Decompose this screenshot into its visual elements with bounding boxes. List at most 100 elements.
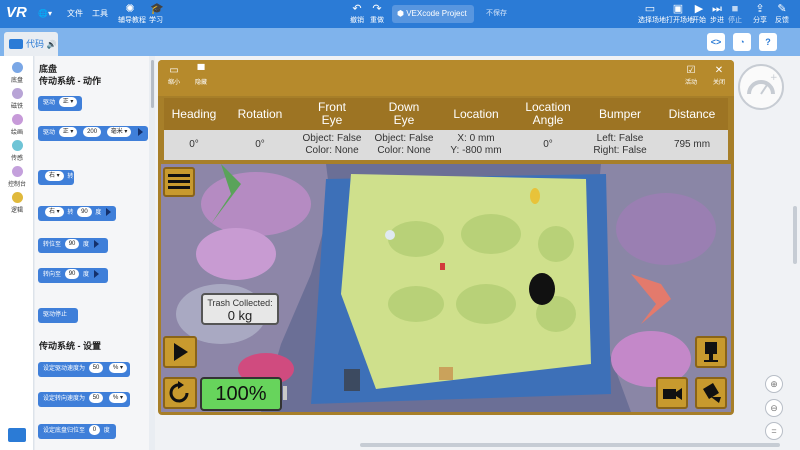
close-button[interactable]: ✕ 关闭 — [707, 65, 731, 86]
block-drive[interactable]: 驱动 正 ▾ — [38, 96, 82, 111]
play-icon: ▶ — [694, 3, 704, 15]
block-turn[interactable]: 右 ▾ 转 — [38, 170, 74, 185]
block-turn-for[interactable]: 右 ▾ 转 90 度 — [38, 206, 116, 221]
telemetry-heading-value: 0° — [189, 139, 199, 150]
dashboard-icon[interactable]: ◔ — [733, 33, 751, 51]
camera-follow-view-button[interactable] — [656, 377, 688, 409]
speaker-icon[interactable]: 🔊 — [47, 40, 57, 49]
menu-file[interactable]: 文件 — [67, 7, 83, 21]
feedback-button[interactable]: ✎ 反馈 — [774, 0, 790, 28]
zoom-reset-button[interactable]: = — [765, 422, 783, 440]
reset-button[interactable] — [163, 377, 197, 409]
camera-angle-view-button[interactable] — [695, 377, 727, 409]
block-set-drive-velocity[interactable]: 设定驱动速度为 50 % ▾ — [38, 362, 130, 377]
turn-to-heading-input[interactable]: 90 — [64, 239, 80, 250]
start-button[interactable]: ▶ 开始 — [692, 0, 706, 28]
block-stop-driving[interactable]: 驱动停止 — [38, 308, 78, 323]
wait-arrow-icon — [93, 270, 99, 279]
help-icon[interactable]: ? — [759, 33, 777, 51]
block-set-turn-velocity[interactable]: 设定转向速度为 50 % ▾ — [38, 392, 130, 407]
share-button[interactable]: ⇪ 分享 — [752, 0, 768, 28]
camera-top-view-button[interactable] — [695, 336, 727, 368]
telemetry-location-angle-label: Location Angle — [525, 100, 571, 127]
project-name-field[interactable]: ⬢ VEXcode Project — [392, 5, 474, 23]
pen-dot-icon — [11, 114, 23, 125]
turn-to-rotation-input[interactable]: 90 — [64, 269, 80, 280]
menu-tools[interactable]: 工具 — [92, 7, 108, 21]
language-globe-icon[interactable]: 🌐▾ — [38, 7, 52, 21]
extensions-icon[interactable] — [8, 428, 26, 442]
telemetry-down-eye-label: Down Eye — [388, 100, 420, 127]
turn-velocity-input[interactable]: 50 — [88, 393, 104, 404]
workspace-horizontal-scrollbar[interactable] — [360, 443, 780, 447]
learn-button[interactable]: 🎓 学习 — [146, 0, 166, 28]
speedometer-icon: + — [747, 73, 778, 95]
palette-scrollbar[interactable] — [151, 60, 154, 108]
graduation-cap-icon: 🎓 — [150, 3, 164, 15]
drive-for-unit-dropdown[interactable]: 毫米 ▾ — [106, 127, 132, 138]
block-turn-to-rotation[interactable]: 转向至 90 度 — [38, 268, 108, 283]
category-logic[interactable]: 逻辑 — [0, 192, 34, 214]
drive-for-distance-input[interactable]: 200 — [83, 127, 102, 138]
category-magnet[interactable]: 磁铁 — [0, 88, 34, 110]
drive-velocity-input[interactable]: 50 — [88, 363, 104, 374]
zoom-in-button[interactable]: ⊕ — [765, 375, 783, 393]
telemetry-distance-value: 795 mm — [673, 139, 711, 150]
stop-button[interactable]: ■ 停止 — [728, 0, 742, 28]
block-palette: 底盘 传动系统 - 动作 驱动 正 ▾ 驱动 正 ▾ 200 毫米 ▾ 右 ▾ … — [35, 56, 149, 450]
wait-arrow-icon — [93, 240, 99, 249]
drive-direction-dropdown[interactable]: 正 ▾ — [58, 97, 78, 108]
editor-tab-bar — [0, 28, 800, 56]
telemetry-location-angle-value: 0° — [543, 139, 553, 150]
step-button[interactable]: ⏭ 步进 — [710, 0, 724, 28]
block-turn-to-heading[interactable]: 转位至 90 度 — [38, 238, 108, 253]
select-playground-button[interactable]: ▭ 选择场地 — [638, 0, 666, 28]
turn-direction-dropdown[interactable]: 右 ▾ — [45, 171, 64, 182]
stop-icon: ■ — [731, 3, 739, 15]
hamburger-icon — [168, 174, 190, 189]
ocean-playground-image — [161, 164, 731, 412]
robot-tile-icon[interactable]: + — [738, 64, 784, 110]
block-set-heading[interactable]: 设定底盘归位至 0 度 — [38, 424, 116, 439]
category-drivetrain[interactable]: 底盘 — [0, 62, 34, 84]
turn-for-angle-input[interactable]: 90 — [77, 207, 92, 218]
set-heading-input[interactable]: 0 — [88, 425, 101, 436]
block-drive-for[interactable]: 驱动 正 ▾ 200 毫米 ▾ — [38, 126, 148, 141]
workspace-vertical-scrollbar[interactable] — [793, 206, 797, 264]
feedback-icon: ✎ — [777, 3, 787, 15]
section-drivetrain-settings: 传动系统 - 设置 — [39, 341, 101, 351]
category-list: 底盘 磁铁 绘画 传感 控制台 逻辑 — [0, 56, 34, 450]
category-sensing[interactable]: 传感 — [0, 140, 34, 162]
shrink-button[interactable]: ▭ 缩小 — [162, 65, 186, 86]
run-button[interactable] — [163, 336, 197, 368]
telemetry-front-eye-value: Object: False Color: None — [302, 133, 362, 156]
redo-button[interactable]: ↷ 重做 — [369, 0, 385, 28]
tutorials-button[interactable]: ✺ 辅导教程 — [118, 0, 146, 28]
menu-button[interactable] — [163, 167, 195, 197]
telemetry-location-value: X: 0 mm Y: -800 mm — [450, 133, 502, 156]
turn-velocity-unit-dropdown[interactable]: % ▾ — [109, 393, 128, 404]
hide-button[interactable]: ▀ 隐藏 — [189, 65, 213, 86]
tab-code[interactable]: 代码 🔊 — [4, 32, 58, 56]
turn-for-direction-dropdown[interactable]: 右 ▾ — [45, 207, 64, 218]
drive-velocity-unit-dropdown[interactable]: % ▾ — [109, 363, 128, 374]
redo-icon: ↷ — [372, 3, 382, 15]
telemetry-header: Heading Rotation Front Eye Down Eye Loca… — [164, 98, 728, 130]
undo-icon: ↶ — [352, 3, 362, 15]
battery-tip — [283, 386, 287, 400]
trash-collected-label: Trash Collected: — [207, 298, 273, 308]
undo-button[interactable]: ↶ 撤销 — [349, 0, 365, 28]
project-file-icon: ⬢ — [397, 9, 404, 18]
playground-scene — [161, 164, 731, 412]
wait-arrow-icon — [138, 128, 144, 137]
code-view-icon[interactable]: <> — [707, 33, 725, 51]
drive-for-direction-dropdown[interactable]: 正 ▾ — [58, 127, 78, 138]
category-pen[interactable]: 绘画 — [0, 114, 34, 136]
open-playground-button[interactable]: ▣ 打开场地 — [666, 0, 694, 28]
category-console[interactable]: 控制台 — [0, 166, 34, 188]
move-button[interactable]: ☑ 活动 — [679, 65, 703, 86]
telemetry-distance-label: Distance — [668, 106, 716, 121]
unsaved-status: 不保存 — [486, 10, 507, 17]
zoom-out-button[interactable]: ⊖ — [765, 399, 783, 417]
step-icon: ⏭ — [712, 3, 722, 15]
